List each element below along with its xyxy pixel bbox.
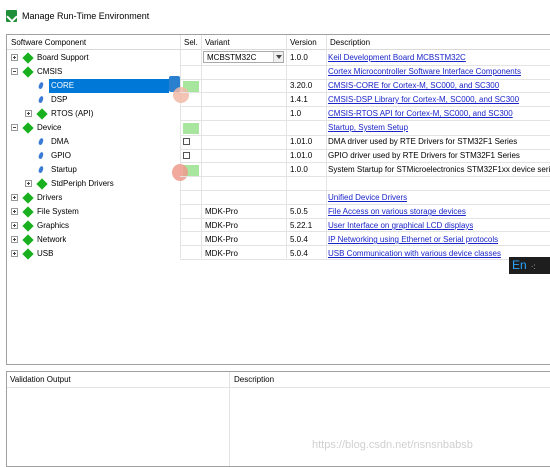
description-link[interactable]: CMSIS-CORE for Cortex-M, SC000, and SC30… — [328, 79, 499, 93]
collapse-icon[interactable] — [11, 68, 18, 75]
component-name: DMA — [51, 137, 69, 146]
ime-language-indicator[interactable]: En ·: — [509, 257, 550, 274]
variant-select[interactable]: MCBSTM32C — [203, 51, 284, 63]
description-link[interactable]: Unified Device Drivers — [328, 191, 407, 205]
chevron-down-icon[interactable] — [273, 52, 283, 62]
column-header-component[interactable]: Software Component — [7, 35, 180, 50]
select-checkbox[interactable] — [183, 152, 190, 159]
tree-row-dsp[interactable]: DSP 1.4.1 CMSIS-DSP Library for Cortex-M… — [7, 93, 550, 107]
version: 1.0.0 — [290, 53, 308, 62]
validation-output-header[interactable]: Validation Output — [7, 372, 230, 388]
description-link[interactable]: Keil Development Board MCBSTM32C — [328, 51, 466, 65]
component-name: RTOS (API) — [51, 109, 94, 118]
component-diamond-icon — [22, 248, 34, 260]
component-gem-icon — [37, 151, 45, 160]
component-tree-grid: Software Component Sel. Variant Version … — [6, 34, 550, 365]
component-diamond-icon — [22, 122, 34, 134]
variant-value: MCBSTM32C — [207, 53, 257, 62]
component-diamond-icon — [36, 178, 48, 190]
component-name: CMSIS — [37, 67, 63, 76]
expand-icon[interactable] — [25, 110, 32, 117]
version: 3.20.0 — [290, 81, 313, 90]
component-diamond-icon — [22, 234, 34, 246]
window-title: Manage Run-Time Environment — [22, 11, 150, 21]
description: DMA driver used by RTE Drivers for STM32… — [328, 137, 518, 146]
component-name: Device — [37, 123, 62, 132]
tree-row-device[interactable]: Device Startup, System Setup — [7, 121, 550, 135]
component-gem-icon — [37, 165, 45, 174]
column-header-variant[interactable]: Variant — [201, 35, 286, 50]
collapse-icon[interactable] — [11, 124, 18, 131]
tree-row-drivers[interactable]: Drivers Unified Device Drivers — [7, 191, 550, 205]
expand-icon[interactable] — [11, 194, 18, 201]
tree-row-stdperiph-drivers[interactable]: StdPeriph Drivers — [7, 177, 550, 191]
tree-row-rtos-api[interactable]: RTOS (API) 1.0 CMSIS-RTOS API for Cortex… — [7, 107, 550, 121]
tree-row-gpio[interactable]: GPIO 1.01.0 GPIO driver used by RTE Driv… — [7, 149, 550, 163]
tree-row-cmsis[interactable]: CMSIS Cortex Microcontroller Software In… — [7, 65, 550, 79]
component-name: Board Support — [37, 53, 89, 62]
component-name: Network — [37, 235, 67, 244]
ime-extra: ·: — [530, 262, 536, 271]
tree-row-core[interactable]: CORE 3.20.0 CMSIS-CORE for Cortex-M, SC0… — [7, 79, 550, 93]
description-link[interactable]: Startup, System Setup — [328, 121, 408, 135]
column-header-sel[interactable]: Sel. — [180, 35, 201, 50]
watermark: https://blog.csdn.net/nsnsnbabsb — [312, 439, 473, 451]
version: 1.0.0 — [290, 165, 308, 174]
version: 1.01.0 — [290, 137, 313, 146]
description-link[interactable]: CMSIS-DSP Library for Cortex-M, SC000, a… — [328, 93, 519, 107]
expand-icon[interactable] — [11, 208, 18, 215]
tree-row-startup[interactable]: Startup 1.0.0 System Startup for STMicro… — [7, 163, 550, 177]
component-gem-icon — [37, 81, 45, 90]
expand-icon[interactable] — [11, 54, 18, 61]
component-gem-icon — [37, 137, 45, 146]
selection-status-green[interactable] — [183, 122, 199, 134]
description: System Startup for STMicroelectronics ST… — [328, 165, 550, 174]
component-name: GPIO — [51, 151, 72, 160]
component-name: Drivers — [37, 193, 63, 202]
component-diamond-icon — [22, 66, 34, 78]
select-checkbox[interactable] — [183, 138, 190, 145]
ime-lang: En — [512, 258, 527, 272]
column-header-description[interactable]: Description — [326, 35, 550, 50]
component-name: DSP — [51, 95, 68, 104]
column-header-version[interactable]: Version — [286, 35, 326, 50]
validation-description-header[interactable]: Description — [230, 372, 550, 388]
component-name: StdPeriph Drivers — [51, 179, 114, 188]
expand-icon[interactable] — [11, 222, 18, 229]
component-name: Startup — [51, 165, 77, 174]
description-link[interactable]: Cortex Microcontroller Software Interfac… — [328, 65, 521, 79]
component-name: CORE — [49, 79, 169, 93]
expand-icon[interactable] — [11, 250, 18, 257]
component-name: USB — [37, 249, 54, 258]
component-diamond-icon — [22, 52, 34, 64]
version: 1.01.0 — [290, 151, 313, 160]
description-link[interactable]: CMSIS-RTOS API for Cortex-M, SC000, and … — [328, 107, 513, 121]
keil-app-icon — [6, 10, 17, 22]
component-gem-icon — [37, 95, 45, 104]
title-bar: Manage Run-Time Environment — [0, 0, 550, 32]
validation-panel: Validation Output Description — [6, 371, 550, 467]
component-name: File System — [37, 207, 79, 216]
tree-row-dma[interactable]: DMA 1.01.0 DMA driver used by RTE Driver… — [7, 135, 550, 149]
component-name: Graphics — [37, 221, 70, 230]
component-diamond-icon — [22, 192, 34, 204]
component-diamond-icon — [22, 206, 34, 218]
description: GPIO driver used by RTE Drivers for STM3… — [328, 151, 520, 160]
component-diamond-icon — [22, 220, 34, 232]
version: 1.4.1 — [290, 95, 308, 104]
version: 1.0 — [290, 109, 302, 118]
expand-icon[interactable] — [11, 236, 18, 243]
component-diamond-icon — [36, 108, 48, 120]
expand-icon[interactable] — [25, 180, 32, 187]
